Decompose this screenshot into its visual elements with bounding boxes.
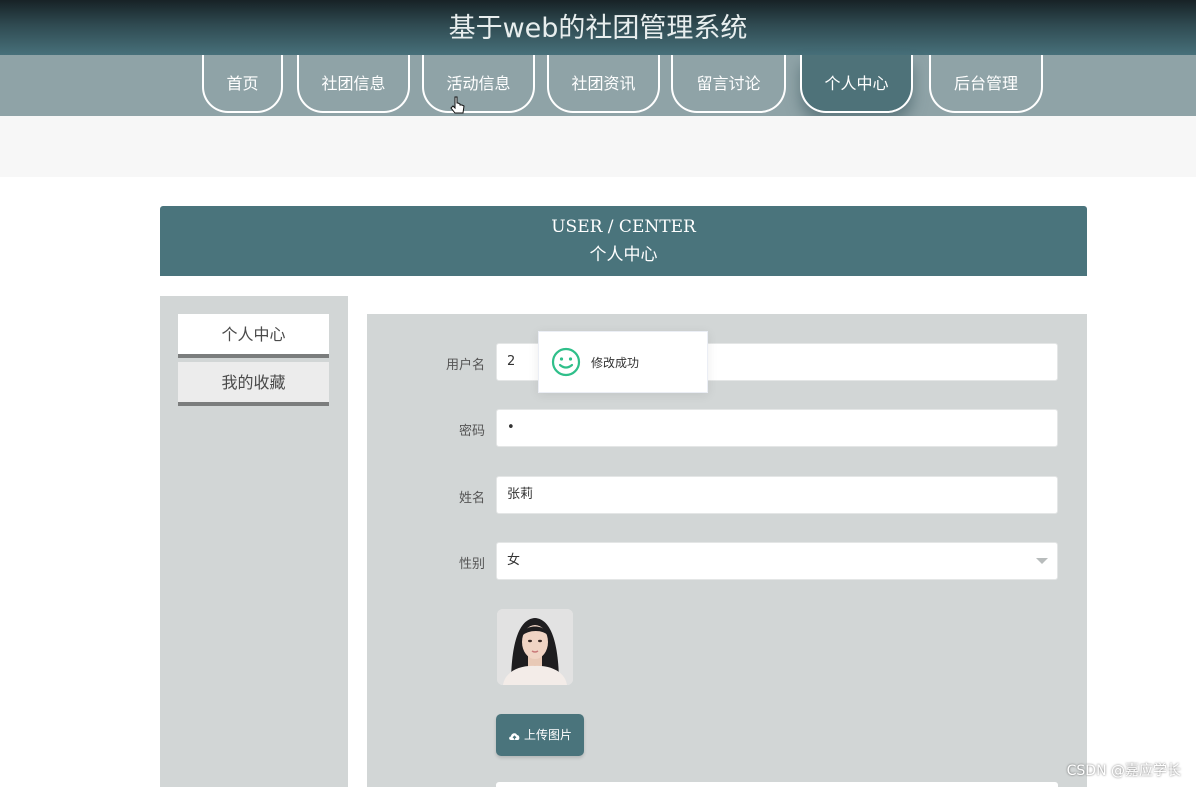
top-header: 基于web的社团管理系统	[0, 0, 1196, 55]
nav-item-activity-info[interactable]: 活动信息	[422, 55, 535, 113]
toast-message: 修改成功	[591, 356, 640, 370]
nav-item-club-news[interactable]: 社团资讯	[547, 55, 660, 113]
avatar-photo	[497, 609, 573, 685]
avatar	[497, 609, 573, 685]
smile-icon	[551, 347, 581, 377]
chevron-down-icon	[1036, 558, 1048, 564]
gender-select[interactable]: 女	[496, 542, 1058, 580]
username-label: 用户名	[445, 358, 485, 373]
gender-selected-value: 女	[507, 553, 521, 568]
hero-strip	[0, 116, 1196, 177]
section-header: USER / CENTER 个人中心	[160, 206, 1087, 276]
section-title-cn: 个人中心	[589, 245, 658, 265]
site-title: 基于web的社团管理系统	[448, 13, 748, 44]
next-field-partial[interactable]	[496, 782, 1058, 792]
mouse-pointer-icon	[450, 96, 465, 114]
section-title-en: USER / CENTER	[551, 217, 696, 237]
sidebar-item-user-center[interactable]: 个人中心	[178, 314, 329, 358]
cloud-upload-icon	[509, 732, 520, 740]
success-toast: 修改成功	[538, 331, 708, 393]
gender-label: 性别	[458, 557, 485, 572]
name-label: 姓名	[458, 491, 485, 506]
nav-item-club-info[interactable]: 社团信息	[297, 55, 410, 113]
password-field[interactable]: •	[496, 409, 1058, 447]
profile-form: 用户名 2 密码 • 姓名 张莉 性别 女 上传图片	[367, 314, 1087, 792]
name-field[interactable]: 张莉	[496, 476, 1058, 514]
nav-item-user-center[interactable]: 个人中心	[800, 55, 913, 113]
watermark: CSDN @嘉应学长	[1066, 763, 1181, 779]
user-center-sidebar: 个人中心 我的收藏	[160, 296, 348, 787]
password-label: 密码	[458, 424, 485, 439]
nav-item-home[interactable]: 首页	[202, 55, 283, 113]
sidebar-item-favorites[interactable]: 我的收藏	[178, 362, 329, 406]
upload-image-label: 上传图片	[523, 728, 572, 742]
nav-item-admin[interactable]: 后台管理	[929, 55, 1043, 113]
nav-item-message-board[interactable]: 留言讨论	[671, 55, 786, 113]
upload-image-button[interactable]: 上传图片	[496, 714, 584, 756]
main-nav: 首页 社团信息 活动信息 社团资讯 留言讨论 个人中心 后台管理	[0, 55, 1196, 116]
